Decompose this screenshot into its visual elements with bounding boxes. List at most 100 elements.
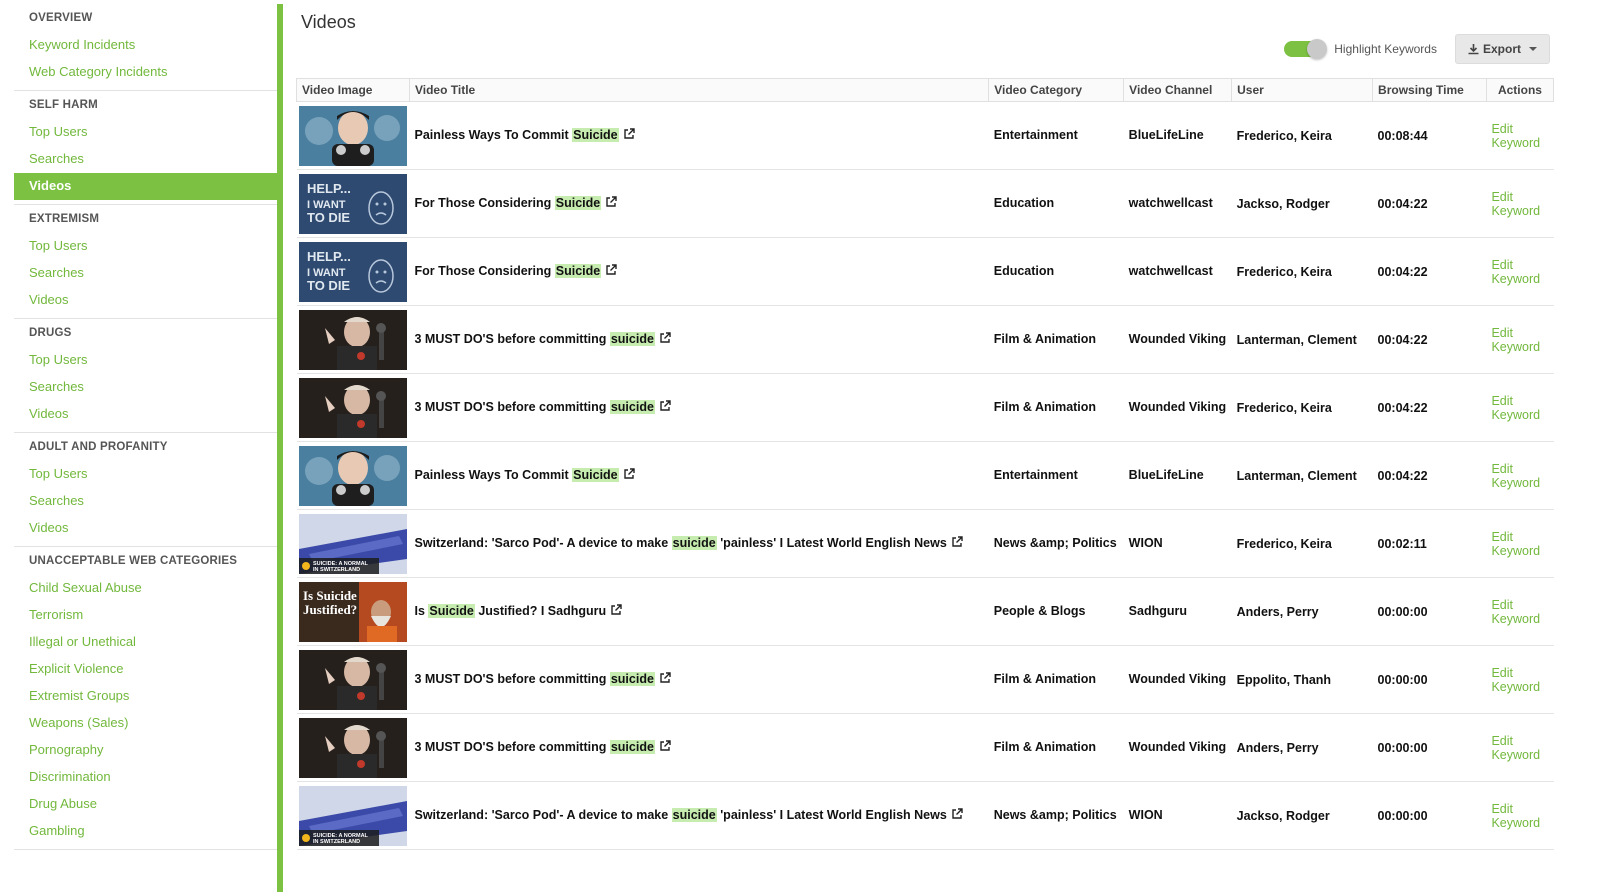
video-thumbnail[interactable]: Is SuicideJustified? — [298, 581, 407, 642]
video-thumbnail[interactable]: SUICIDE: A NORMALIN SWITZERLAND — [298, 785, 407, 846]
sidebar-item-child-sexual-abuse[interactable]: Child Sexual Abuse — [14, 575, 277, 602]
sidebar-item-illegal-or-unethical[interactable]: Illegal or Unethical — [14, 629, 277, 656]
keyword-highlight: suicide — [609, 740, 655, 754]
sidebar-item-top-users[interactable]: Top Users — [14, 347, 277, 374]
video-thumbnail[interactable] — [298, 377, 407, 438]
sidebar-section-title: SELF HARM — [29, 99, 98, 111]
sidebar-item-videos[interactable]: Videos — [14, 287, 277, 314]
external-link-icon[interactable] — [605, 264, 617, 276]
svg-text:IN SWITZERLAND: IN SWITZERLAND — [313, 567, 360, 573]
page-title: Videos — [301, 12, 356, 32]
sidebar-item-top-users[interactable]: Top Users — [14, 233, 277, 260]
video-thumbnail[interactable]: SUICIDE: A NORMALIN SWITZERLAND — [298, 513, 407, 574]
browsing-time: 00:04:22 — [1372, 237, 1487, 306]
video-thumbnail[interactable] — [298, 105, 407, 166]
keyword-highlight: Suicide — [572, 468, 619, 482]
actions-cell: Edit Keyword — [1486, 441, 1554, 510]
export-button[interactable]: Export — [1454, 34, 1550, 64]
sidebar-item-searches[interactable]: Searches — [14, 146, 277, 173]
external-link-icon[interactable] — [605, 196, 617, 208]
external-link-icon[interactable] — [659, 400, 671, 412]
user-name: Frederico, Keira — [1231, 237, 1373, 306]
table-row: 3 MUST DO'S before committing suicide Fil… — [296, 645, 1554, 714]
external-link-icon[interactable] — [623, 128, 635, 140]
edit-keyword-link[interactable]: Edit Keyword — [1491, 258, 1540, 286]
edit-keyword-link[interactable]: Edit Keyword — [1491, 598, 1540, 626]
browsing-time: 00:00:00 — [1372, 713, 1487, 782]
actions-cell: Edit Keyword — [1486, 509, 1554, 578]
svg-text:HELP...: HELP... — [307, 181, 351, 196]
highlight-keywords-toggle[interactable] — [1284, 39, 1328, 59]
sidebar-item-searches[interactable]: Searches — [14, 260, 277, 287]
video-thumbnail[interactable]: HELP...I WANTTO DIE — [298, 173, 407, 234]
video-channel: BlueLifeLine — [1123, 441, 1232, 510]
sidebar-item-searches[interactable]: Searches — [14, 488, 277, 515]
column-header-actions[interactable]: Actions — [1485, 78, 1555, 102]
column-header-user[interactable]: User — [1231, 78, 1374, 102]
video-image-cell — [296, 101, 410, 170]
sidebar-item-extremist-groups[interactable]: Extremist Groups — [14, 683, 277, 710]
sidebar-item-drug-abuse[interactable]: Drug Abuse — [14, 791, 277, 818]
column-header-browsing-time[interactable]: Browsing Time — [1372, 78, 1487, 102]
table-row: Painless Ways To Commit Suicide Entertain… — [296, 101, 1554, 170]
video-thumbnail[interactable] — [298, 717, 407, 778]
table-row: SUICIDE: A NORMAL IN SWITZERLAND Switzerla… — [296, 509, 1554, 578]
edit-keyword-link[interactable]: Edit Keyword — [1491, 190, 1540, 218]
video-thumbnail[interactable] — [298, 649, 407, 710]
video-title-cell: Is Suicide Justified? I Sadhguru — [409, 577, 989, 646]
external-link-icon[interactable] — [951, 808, 963, 820]
external-link-icon[interactable] — [659, 740, 671, 752]
browsing-time: 00:00:00 — [1372, 577, 1487, 646]
edit-keyword-link[interactable]: Edit Keyword — [1491, 394, 1540, 422]
highlight-keywords-label: Highlight Keywords — [1334, 42, 1437, 56]
external-link-icon[interactable] — [659, 332, 671, 344]
user-name: Jackso, Rodger — [1231, 169, 1373, 238]
sidebar-item-searches[interactable]: Searches — [14, 374, 277, 401]
video-title-text: For Those Considering — [414, 264, 555, 278]
external-link-icon[interactable] — [659, 672, 671, 684]
edit-keyword-link[interactable]: Edit Keyword — [1491, 326, 1540, 354]
sidebar-item-keyword-incidents[interactable]: Keyword Incidents — [14, 32, 277, 59]
sidebar: OVERVIEW Keyword Incidents Web Category In… — [14, 4, 283, 892]
external-link-icon[interactable] — [951, 536, 963, 548]
browsing-time: 00:08:44 — [1372, 101, 1487, 170]
external-link-icon[interactable] — [610, 604, 622, 616]
video-title-cell: 3 MUST DO'S before committing suicide — [409, 713, 989, 782]
column-header-video-channel[interactable]: Video Channel — [1123, 78, 1233, 102]
video-thumbnail[interactable] — [298, 445, 407, 506]
edit-keyword-link[interactable]: Edit Keyword — [1491, 734, 1540, 762]
sidebar-item-pornography[interactable]: Pornography — [14, 737, 277, 764]
sidebar-item-top-users[interactable]: Top Users — [14, 119, 277, 146]
video-title-text: Switzerland: 'Sarco Pod'- A device to ma… — [414, 536, 672, 550]
sidebar-item-web-category-incidents[interactable]: Web Category Incidents — [14, 59, 277, 86]
sidebar-item-top-users[interactable]: Top Users — [14, 461, 277, 488]
edit-keyword-link[interactable]: Edit Keyword — [1491, 530, 1540, 558]
sidebar-item-videos[interactable]: Videos — [14, 515, 277, 542]
user-name: Frederico, Keira — [1231, 509, 1373, 578]
video-image-cell: SUICIDE: A NORMAL IN SWITZERLAND — [296, 509, 410, 578]
column-header-video-image[interactable]: Video Image — [296, 78, 410, 102]
svg-text:TO DIE: TO DIE — [307, 278, 350, 293]
edit-keyword-link[interactable]: Edit Keyword — [1491, 802, 1540, 830]
video-thumbnail[interactable] — [298, 309, 407, 370]
video-category: Film & Animation — [988, 645, 1124, 714]
column-header-video-category[interactable]: Video Category — [988, 78, 1125, 102]
video-thumbnail[interactable]: HELP...I WANTTO DIE — [298, 241, 407, 302]
edit-keyword-link[interactable]: Edit Keyword — [1491, 666, 1540, 694]
sidebar-item-videos[interactable]: Videos — [14, 401, 277, 428]
actions-cell: Edit Keyword — [1486, 305, 1554, 374]
sidebar-item-explicit-violence[interactable]: Explicit Violence — [14, 656, 277, 683]
sidebar-item-gambling[interactable]: Gambling — [14, 818, 277, 845]
browsing-time: 00:00:00 — [1372, 781, 1487, 850]
edit-keyword-link[interactable]: Edit Keyword — [1491, 122, 1540, 150]
sidebar-item-weapons-sales[interactable]: Weapons (Sales) — [14, 710, 277, 737]
external-link-icon[interactable] — [623, 468, 635, 480]
sidebar-item-discrimination[interactable]: Discrimination — [14, 764, 277, 791]
video-title-text: Justified? I Sadhguru — [474, 604, 607, 618]
sidebar-item-videos[interactable]: Videos — [14, 173, 277, 200]
video-title-text: 3 MUST DO'S before committing — [414, 672, 610, 686]
main-content: Videos Highlight Keywords Export Video I… — [296, 0, 1606, 892]
edit-keyword-link[interactable]: Edit Keyword — [1491, 462, 1540, 490]
column-header-video-title[interactable]: Video Title — [408, 78, 990, 102]
sidebar-item-terrorism[interactable]: Terrorism — [14, 602, 277, 629]
